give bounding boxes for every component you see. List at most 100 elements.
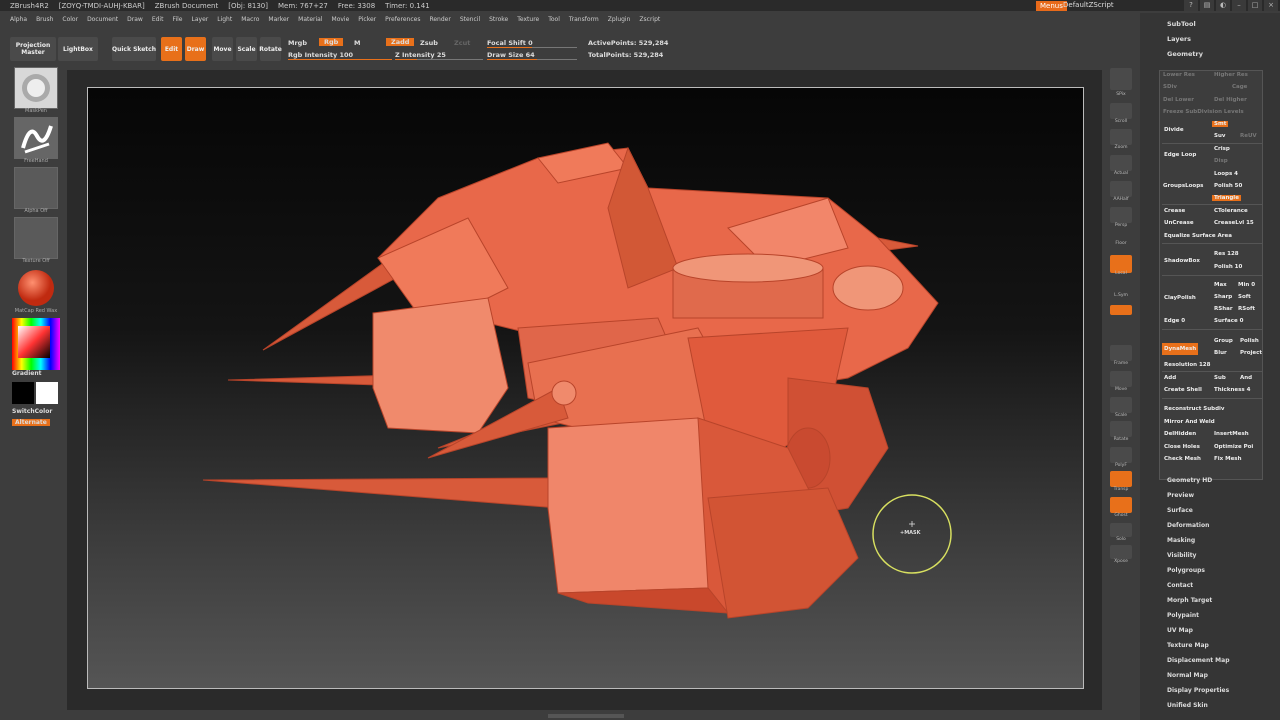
higher-res-button[interactable]: Higher Res xyxy=(1214,72,1248,78)
transp-button[interactable] xyxy=(1110,471,1132,487)
bottom-tray-handle[interactable] xyxy=(548,714,624,718)
claypolish-button[interactable]: ClayPolish xyxy=(1164,295,1196,301)
draw-mode-button[interactable]: Draw xyxy=(185,37,206,61)
uncrease-button[interactable]: UnCrease xyxy=(1164,220,1194,226)
zsub-toggle[interactable]: Zsub xyxy=(420,39,438,47)
menu-brush[interactable]: Brush xyxy=(36,16,53,23)
thickness-slider[interactable]: Thickness 4 xyxy=(1214,387,1250,393)
cage-button[interactable]: Cage xyxy=(1232,84,1247,90)
zcut-toggle[interactable]: Zcut xyxy=(454,39,470,47)
scale-button[interactable]: Scale xyxy=(236,37,257,61)
draw-size-track[interactable] xyxy=(487,59,577,60)
m-toggle[interactable]: M xyxy=(354,39,360,47)
close-icon[interactable]: × xyxy=(1264,0,1278,11)
menu-macro[interactable]: Macro xyxy=(241,16,259,23)
menu-layer[interactable]: Layer xyxy=(192,16,209,23)
lsym-label[interactable]: L.Sym xyxy=(1106,293,1136,298)
lightbox-button[interactable]: LightBox xyxy=(58,37,98,61)
delhidden-button[interactable]: DelHidden xyxy=(1164,431,1196,437)
edge-loop-button[interactable]: Edge Loop xyxy=(1164,152,1196,158)
geometry-header[interactable]: Geometry xyxy=(1167,50,1203,58)
loops-slider[interactable]: Loops 4 xyxy=(1214,171,1238,177)
edit-mode-button[interactable]: Edit xyxy=(161,37,182,61)
shadowbox-button[interactable]: ShadowBox xyxy=(1164,258,1200,264)
reconstruct-subdiv-button[interactable]: Reconstruct Subdiv xyxy=(1164,406,1224,412)
creaselvl-slider[interactable]: CreaseLvl 15 xyxy=(1214,220,1254,226)
close-holes-button[interactable]: Close Holes xyxy=(1164,444,1200,450)
scroll-icon[interactable] xyxy=(1110,103,1132,119)
focal-shift-slider[interactable]: Focal Shift 0 xyxy=(487,39,533,47)
surface-slider[interactable]: Surface 0 xyxy=(1214,318,1243,324)
triangle-toggle[interactable]: Triangle xyxy=(1212,195,1241,201)
material-thumbnail[interactable] xyxy=(14,267,58,309)
menu-color[interactable]: Color xyxy=(62,16,78,23)
menu-stroke[interactable]: Stroke xyxy=(489,16,508,23)
insertmesh-button[interactable]: InsertMesh xyxy=(1214,431,1249,437)
alpha-thumbnail[interactable] xyxy=(14,167,58,209)
mrgb-toggle[interactable]: Mrgb xyxy=(288,39,307,47)
morph-target-item[interactable]: Morph Target xyxy=(1167,597,1212,604)
scale-view-icon[interactable] xyxy=(1110,397,1132,413)
secondary-color-swatch[interactable] xyxy=(36,382,58,404)
crisp-toggle[interactable]: Crisp xyxy=(1214,146,1230,152)
edge-slider[interactable]: Edge 0 xyxy=(1164,318,1185,324)
menu-movie[interactable]: Movie xyxy=(332,16,350,23)
xpose-icon[interactable] xyxy=(1110,545,1132,559)
alternate-button[interactable]: Alternate xyxy=(12,419,50,426)
freeze-subdiv-button[interactable]: Freeze SubDivision Levels xyxy=(1163,109,1244,115)
resolution-slider[interactable]: Resolution 128 xyxy=(1164,362,1210,368)
zadd-toggle[interactable]: Zadd xyxy=(386,38,415,46)
polish-toggle[interactable]: Polish xyxy=(1240,338,1259,344)
display-properties-item[interactable]: Display Properties xyxy=(1167,687,1229,694)
ctolerance-slider[interactable]: CTolerance xyxy=(1214,208,1248,214)
rsharp-toggle[interactable]: RShar xyxy=(1214,306,1233,312)
menu-file[interactable]: File xyxy=(172,16,182,23)
visibility-item[interactable]: Visibility xyxy=(1167,552,1196,559)
rsoft-toggle[interactable]: RSoft xyxy=(1238,306,1255,312)
res-slider[interactable]: Res 128 xyxy=(1214,251,1239,257)
menu-preferences[interactable]: Preferences xyxy=(385,16,420,23)
bpr-button[interactable] xyxy=(1110,68,1132,90)
sculpt-model[interactable] xyxy=(88,88,1084,689)
xyz-button[interactable] xyxy=(1110,305,1132,315)
suv-toggle[interactable]: Suv xyxy=(1214,133,1225,139)
help-icon[interactable]: ? xyxy=(1184,0,1198,11)
z-intensity-slider[interactable]: Z Intensity 25 xyxy=(395,51,446,59)
focal-shift-track[interactable] xyxy=(487,47,577,48)
rgb-toggle[interactable]: Rgb xyxy=(319,38,344,46)
create-shell-button[interactable]: Create Shell xyxy=(1164,387,1202,393)
layers-header[interactable]: Layers xyxy=(1167,35,1191,43)
smt-toggle[interactable]: Smt xyxy=(1212,121,1229,127)
persp-icon[interactable] xyxy=(1110,207,1132,223)
project-toggle[interactable]: Project xyxy=(1240,350,1262,356)
rgb-intensity-track[interactable] xyxy=(288,59,392,60)
polish-slider[interactable]: Polish 50 xyxy=(1214,183,1242,189)
menu-marker[interactable]: Marker xyxy=(268,16,289,23)
optimize-points-button[interactable]: Optimize Poi xyxy=(1214,444,1253,450)
menu-zscript[interactable]: Zscript xyxy=(639,16,660,23)
normal-map-item[interactable]: Normal Map xyxy=(1167,672,1208,679)
aahalf-icon[interactable] xyxy=(1110,181,1132,197)
mirror-weld-button[interactable]: Mirror And Weld xyxy=(1164,419,1215,425)
divide-button[interactable]: Divide xyxy=(1164,127,1184,133)
soft-toggle[interactable]: Soft xyxy=(1238,294,1251,300)
move-button[interactable]: Move xyxy=(212,37,233,61)
actual-icon[interactable] xyxy=(1110,155,1132,171)
layout-icon[interactable]: ▤ xyxy=(1200,0,1214,11)
zoom-icon[interactable] xyxy=(1110,129,1132,145)
texture-map-item[interactable]: Texture Map xyxy=(1167,642,1209,649)
switchcolor-button[interactable]: SwitchColor xyxy=(12,408,52,415)
primary-color-swatch[interactable] xyxy=(12,382,34,404)
maximize-icon[interactable]: □ xyxy=(1248,0,1262,11)
preview-item[interactable]: Preview xyxy=(1167,492,1194,499)
menu-texture[interactable]: Texture xyxy=(517,16,539,23)
menu-material[interactable]: Material xyxy=(298,16,322,23)
menu-edit[interactable]: Edit xyxy=(152,16,164,23)
surface-item[interactable]: Surface xyxy=(1167,507,1193,514)
brush-thumbnail[interactable] xyxy=(14,67,58,109)
menu-stencil[interactable]: Stencil xyxy=(460,16,480,23)
draw-size-slider[interactable]: Draw Size 64 xyxy=(487,51,535,59)
sharp-toggle[interactable]: Sharp xyxy=(1214,294,1232,300)
unified-skin-item[interactable]: Unified Skin xyxy=(1167,702,1208,709)
color-picker[interactable] xyxy=(12,318,60,370)
